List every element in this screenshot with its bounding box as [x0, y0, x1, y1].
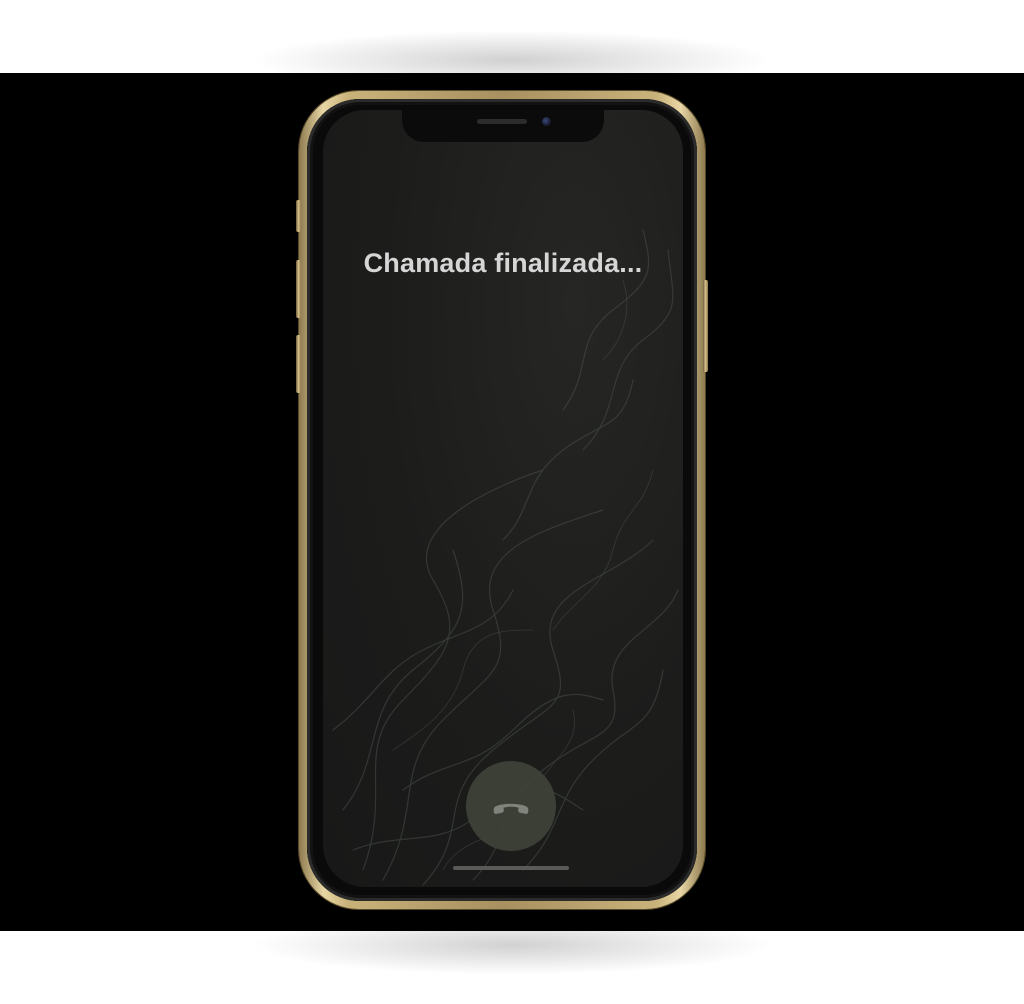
notch — [402, 110, 604, 142]
phone-screen: Chamada finalizada... — [323, 110, 683, 887]
volume-down-button — [296, 335, 301, 393]
phone-hangup-icon — [493, 803, 529, 814]
home-indicator[interactable] — [453, 866, 569, 870]
call-status-text: Chamada finalizada... — [363, 248, 643, 278]
canvas: Chamada finalizada... — [0, 0, 1024, 1004]
silent-switch — [296, 200, 301, 232]
end-call-button[interactable] — [466, 761, 556, 851]
power-button — [703, 280, 708, 372]
volume-up-button — [296, 260, 301, 318]
front-camera — [542, 117, 551, 126]
earpiece-speaker — [477, 119, 527, 124]
